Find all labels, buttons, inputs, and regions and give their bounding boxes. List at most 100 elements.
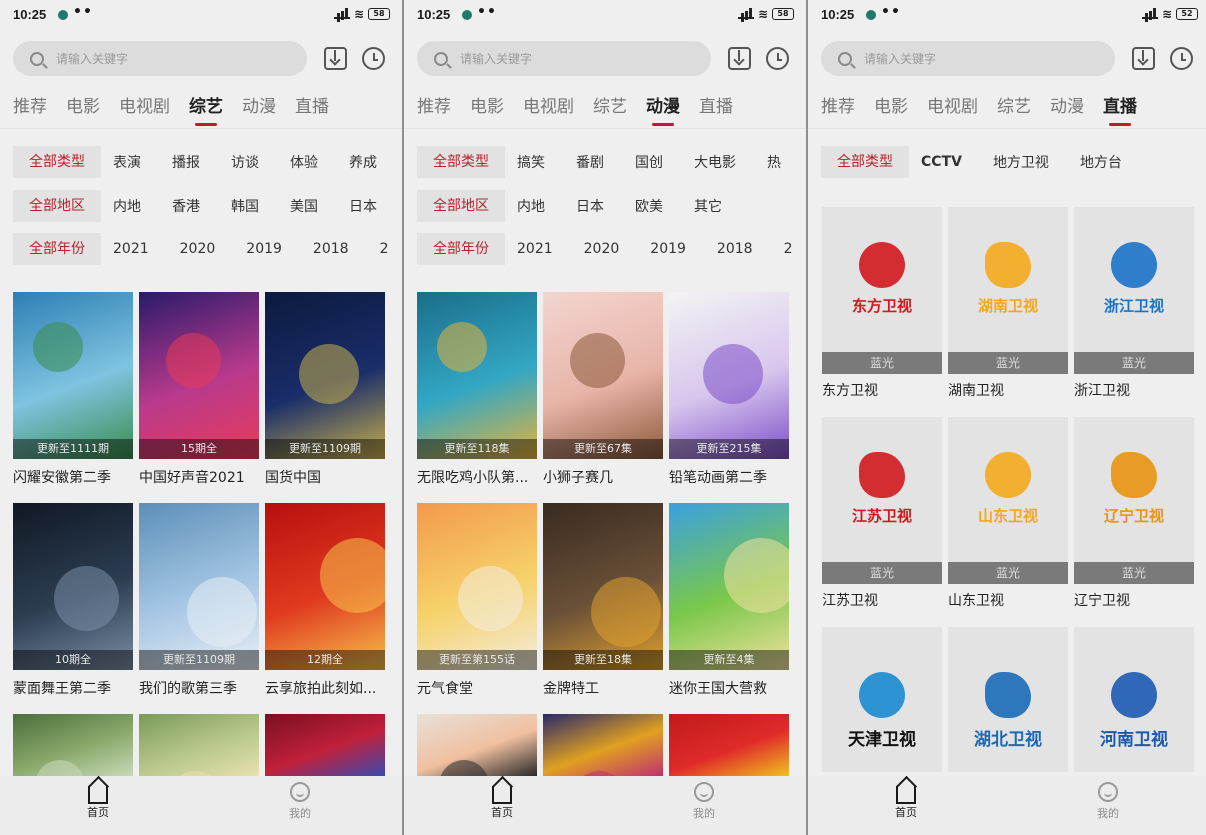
filter-option[interactable]: 美国 (290, 196, 318, 216)
tab-2[interactable]: 电视剧 (927, 92, 978, 122)
poster-image[interactable] (669, 714, 789, 776)
filter-option[interactable]: 访谈 (231, 152, 259, 172)
filter-option[interactable]: 2018 (313, 241, 349, 257)
poster-image[interactable]: 更新至18集 (543, 503, 663, 670)
channel-card[interactable]: 江苏卫视 蓝光 江苏卫视 (822, 417, 942, 610)
tab-4[interactable]: 动漫 (242, 92, 276, 122)
filter-option[interactable]: 搞笑 (517, 152, 545, 172)
channel-card[interactable]: 山东卫视 蓝光 山东卫视 (948, 417, 1068, 610)
download-icon[interactable] (324, 47, 347, 70)
filter-option[interactable]: 国创 (635, 152, 663, 172)
poster-image[interactable]: 12期全 (265, 503, 385, 670)
poster-image[interactable]: 更新至1109期 (139, 503, 259, 670)
filter-option[interactable]: 热 (767, 152, 781, 172)
poster-image[interactable]: 更新至1109期 (265, 292, 385, 459)
nav-home[interactable]: 首页 (482, 782, 522, 820)
channel-card[interactable]: 河南卫视 (1074, 627, 1194, 772)
filter-option[interactable]: 地方台 (1080, 152, 1122, 172)
tab-3[interactable]: 综艺 (997, 92, 1031, 122)
search-input[interactable]: 请输入关键字 (13, 41, 307, 76)
media-card[interactable] (417, 714, 537, 776)
filter-chip-selected[interactable]: 全部类型 (821, 146, 909, 178)
history-icon[interactable] (766, 47, 789, 70)
poster-image[interactable]: 更新至67集 (543, 292, 663, 459)
poster-image[interactable]: 更新至118集 (417, 292, 537, 459)
history-icon[interactable] (362, 47, 385, 70)
filter-option[interactable]: 2019 (246, 241, 282, 257)
tab-0[interactable]: 推荐 (417, 92, 451, 122)
channel-card[interactable]: 湖北卫视 (948, 627, 1068, 772)
tab-4[interactable]: 动漫 (1050, 92, 1084, 122)
history-icon[interactable] (1170, 47, 1193, 70)
poster-image[interactable]: 更新至4集 (669, 503, 789, 670)
filter-option[interactable]: 香港 (172, 196, 200, 216)
poster-image[interactable]: 更新至1111期 (13, 292, 133, 459)
filter-option[interactable]: 韩国 (231, 196, 259, 216)
filter-option[interactable]: 养成 (349, 152, 377, 172)
media-card[interactable]: 更新至1109期 国货中国 (265, 292, 385, 487)
poster-image[interactable]: 更新至第155话 (417, 503, 537, 670)
filter-option[interactable]: 2018 (717, 241, 753, 257)
tab-3[interactable]: 综艺 (189, 92, 223, 126)
poster-image[interactable]: 15期全 (139, 292, 259, 459)
filter-option[interactable]: 2020 (584, 241, 620, 257)
filter-option[interactable]: 日本 (576, 196, 604, 216)
media-card[interactable]: 更新至第155话 元气食堂 (417, 503, 537, 698)
tab-1[interactable]: 电影 (874, 92, 908, 122)
poster-image[interactable] (265, 714, 385, 776)
filter-option[interactable]: 番剧 (576, 152, 604, 172)
search-input[interactable]: 请输入关键字 (417, 41, 711, 76)
media-card[interactable] (543, 714, 663, 776)
media-card[interactable]: 12期全 云享旅拍此刻如... (265, 503, 385, 698)
filter-option[interactable]: 体验 (290, 152, 318, 172)
filter-option[interactable]: 大电影 (694, 152, 736, 172)
filter-chip-selected[interactable]: 全部类型 (417, 146, 505, 178)
filter-option[interactable]: 播报 (172, 152, 200, 172)
filter-chip-selected[interactable]: 全部地区 (13, 190, 101, 222)
tab-4[interactable]: 动漫 (646, 92, 680, 126)
filter-chip-selected[interactable]: 全部地区 (417, 190, 505, 222)
search-input[interactable]: 请输入关键字 (821, 41, 1115, 76)
media-card[interactable]: 更新至1111期 闪耀安徽第二季 (13, 292, 133, 487)
filter-option[interactable]: 2020 (180, 241, 216, 257)
media-card[interactable]: 更新至215集 铅笔动画第二季 (669, 292, 789, 487)
tab-5[interactable]: 直播 (1103, 92, 1137, 126)
tab-2[interactable]: 电视剧 (523, 92, 574, 122)
channel-card[interactable]: 天津卫视 (822, 627, 942, 772)
media-card[interactable]: 更新至118集 无限吃鸡小队第... (417, 292, 537, 487)
filter-option[interactable]: 日本 (349, 196, 377, 216)
filter-option[interactable]: 2021 (517, 241, 553, 257)
nav-home[interactable]: 首页 (886, 782, 926, 820)
filter-option[interactable]: 内地 (517, 196, 545, 216)
media-card[interactable] (669, 714, 789, 776)
tab-5[interactable]: 直播 (295, 92, 329, 122)
poster-image[interactable] (13, 714, 133, 776)
media-card[interactable] (13, 714, 133, 776)
filter-option[interactable]: 其它 (694, 196, 722, 216)
tab-5[interactable]: 直播 (699, 92, 733, 122)
nav-me[interactable]: 我的 (684, 782, 724, 821)
media-card[interactable] (139, 714, 259, 776)
tab-1[interactable]: 电影 (470, 92, 504, 122)
channel-card[interactable]: 东方卫视 蓝光 东方卫视 (822, 207, 942, 400)
media-card[interactable] (265, 714, 385, 776)
poster-image[interactable]: 10期全 (13, 503, 133, 670)
filter-chip-selected[interactable]: 全部年份 (417, 233, 505, 265)
nav-me[interactable]: 我的 (1088, 782, 1128, 821)
media-card[interactable]: 10期全 蒙面舞王第二季 (13, 503, 133, 698)
filter-option[interactable]: 2 (784, 241, 793, 257)
media-card[interactable]: 更新至18集 金牌特工 (543, 503, 663, 698)
filter-option[interactable]: CCTV (921, 154, 962, 170)
tab-0[interactable]: 推荐 (13, 92, 47, 122)
filter-option[interactable]: 欧美 (635, 196, 663, 216)
poster-image[interactable] (417, 714, 537, 776)
poster-image[interactable] (139, 714, 259, 776)
nav-home[interactable]: 首页 (78, 782, 118, 820)
channel-card[interactable]: 辽宁卫视 蓝光 辽宁卫视 (1074, 417, 1194, 610)
filter-option[interactable]: 表演 (113, 152, 141, 172)
nav-me[interactable]: 我的 (280, 782, 320, 821)
channel-card[interactable]: 湖南卫视 蓝光 湖南卫视 (948, 207, 1068, 400)
filter-option[interactable]: 2 (380, 241, 389, 257)
media-card[interactable]: 更新至1109期 我们的歌第三季 (139, 503, 259, 698)
tab-1[interactable]: 电影 (66, 92, 100, 122)
